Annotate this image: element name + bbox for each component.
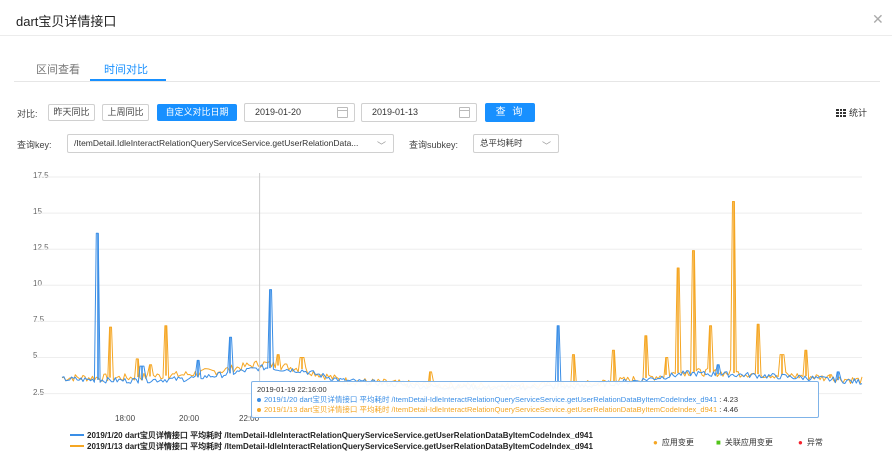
legend-item-anomaly[interactable]: ● 异常 xyxy=(798,437,823,448)
dot-icon: ● xyxy=(653,438,658,447)
legend-item-related-change[interactable]: ■ 关联应用变更 xyxy=(716,437,773,448)
legend-item-series-2[interactable]: 2019/1/13 dart宝贝详情接口 平均耗时 /ItemDetail-Id… xyxy=(70,441,593,452)
tooltip-series-name: 2019/1/20 dart宝贝详情接口 平均耗时 /ItemDetail-Id… xyxy=(264,395,718,404)
legend-item-series-1[interactable]: 2019/1/20 dart宝贝详情接口 平均耗时 /ItemDetail-Id… xyxy=(70,430,593,441)
legend-line-swatch xyxy=(70,445,84,447)
tooltip-series-name: 2019/1/13 dart宝贝详情接口 平均耗时 /ItemDetail-Id… xyxy=(264,405,718,414)
chart-tooltip: 2019-01-19 22:16:00 2019/1/20 dart宝贝详情接口… xyxy=(251,381,819,418)
series-line xyxy=(61,232,863,391)
tooltip-series-value: 4.23 xyxy=(723,395,738,404)
series-dot xyxy=(257,398,261,402)
legend-label: 关联应用变更 xyxy=(724,438,773,447)
series-line xyxy=(61,201,863,391)
tooltip-series-value: 4.46 xyxy=(723,405,738,414)
square-icon: ■ xyxy=(716,438,721,447)
legend-label: 应用变更 xyxy=(661,438,694,447)
dot-icon: ● xyxy=(798,438,803,447)
legend: 2019/1/20 dart宝贝详情接口 平均耗时 /ItemDetail-Id… xyxy=(70,430,593,452)
tooltip-row: 2019/1/20 dart宝贝详情接口 平均耗时 /ItemDetail-Id… xyxy=(257,395,813,405)
series-dot xyxy=(257,408,261,412)
legend-label: 2019/1/20 dart宝贝详情接口 平均耗时 /ItemDetail-Id… xyxy=(87,431,593,440)
legend-label: 2019/1/13 dart宝贝详情接口 平均耗时 /ItemDetail-Id… xyxy=(87,442,593,451)
tooltip-row: 2019/1/13 dart宝贝详情接口 平均耗时 /ItemDetail-Id… xyxy=(257,405,813,415)
legend-item-app-change[interactable]: ● 应用变更 xyxy=(653,437,694,448)
legend-label: 异常 xyxy=(806,438,823,447)
tooltip-time: 2019-01-19 22:16:00 xyxy=(257,385,327,394)
legend-line-swatch xyxy=(70,434,84,436)
